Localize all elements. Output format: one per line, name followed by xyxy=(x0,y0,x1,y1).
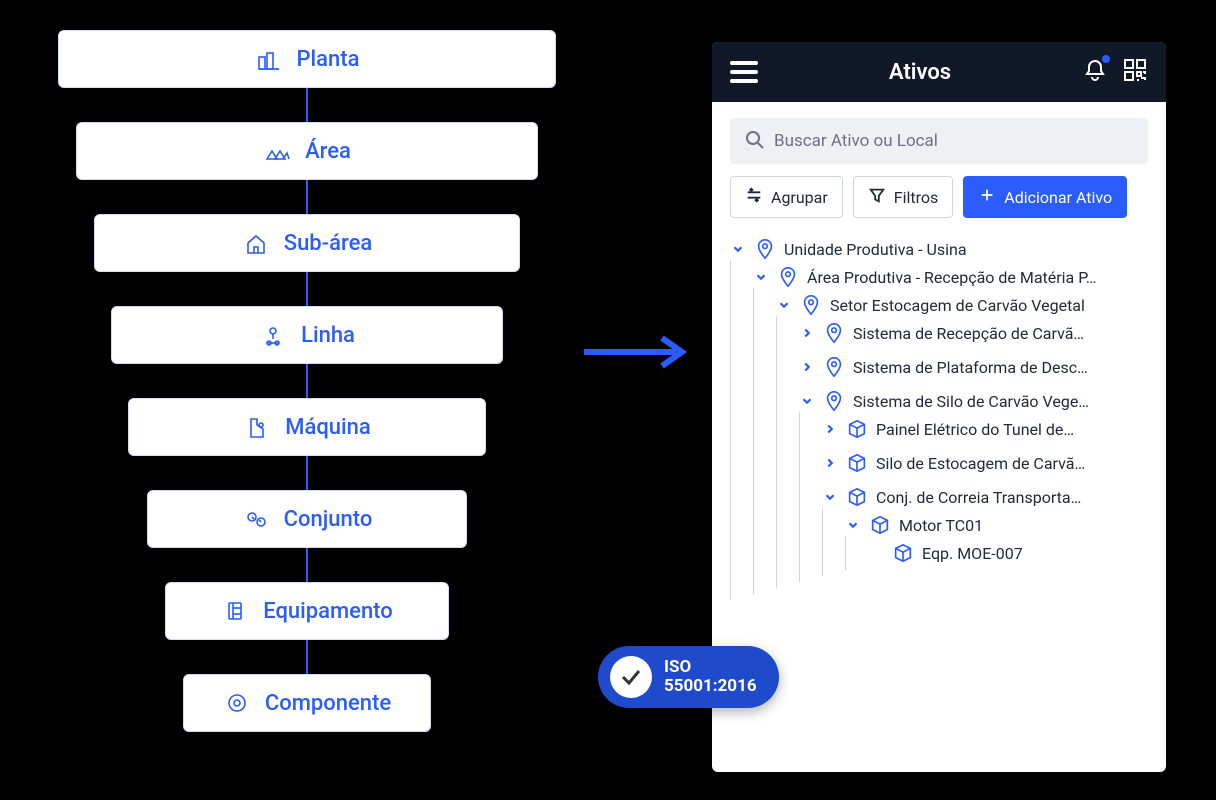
hierarchy-label: Área xyxy=(305,139,351,164)
connector-line xyxy=(306,272,308,306)
line-icon xyxy=(259,321,287,349)
hierarchy-level: Equipamento xyxy=(165,582,449,640)
location-pin-icon xyxy=(754,238,776,260)
hierarchy-level: Linha xyxy=(111,306,503,364)
search-input[interactable]: Buscar Ativo ou Local xyxy=(730,118,1148,164)
asset-tree: Unidade Produtiva - Usina Área Produtiva… xyxy=(712,232,1166,624)
check-icon xyxy=(610,656,652,698)
cube-icon xyxy=(846,486,868,508)
hierarchy-label: Máquina xyxy=(285,415,371,440)
menu-icon[interactable] xyxy=(730,61,758,83)
location-pin-icon xyxy=(823,356,845,378)
group-button[interactable]: Agrupar xyxy=(730,176,843,218)
tree-node[interactable]: Sistema de Plataforma de Desc… xyxy=(799,356,1148,378)
cube-icon xyxy=(892,542,914,564)
tree-node[interactable]: Motor TC01 xyxy=(845,514,1148,536)
connector-line xyxy=(306,548,308,582)
tree-node[interactable]: Área Produtiva - Recepção de Matéria P… xyxy=(753,266,1148,288)
location-pin-icon xyxy=(823,322,845,344)
group-icon xyxy=(745,186,763,208)
chevron-right-icon[interactable] xyxy=(822,421,838,437)
chevron-down-icon[interactable] xyxy=(822,489,838,505)
tree-node[interactable]: Conj. de Correia Transporta… xyxy=(822,486,1148,508)
notification-bell-icon[interactable] xyxy=(1082,57,1108,87)
chevron-down-icon[interactable] xyxy=(799,393,815,409)
tree-node[interactable]: Unidade Produtiva - Usina xyxy=(730,238,1148,260)
equipment-icon xyxy=(221,597,249,625)
cube-icon xyxy=(846,452,868,474)
hierarchy-label: Componente xyxy=(265,691,391,716)
connector-line xyxy=(306,364,308,398)
connector-line xyxy=(306,640,308,674)
hierarchy-column: Planta Área Sub-área Linha Máquina Conjunto Eq… xyxy=(58,30,556,732)
cube-icon xyxy=(846,418,868,440)
hierarchy-level: Conjunto xyxy=(147,490,467,548)
chevron-down-icon[interactable] xyxy=(845,517,861,533)
hierarchy-level: Sub-área xyxy=(94,214,520,272)
factory-icon xyxy=(255,45,283,73)
app-mock: Ativos Buscar Ativo ou Local Agrupar Fil… xyxy=(712,42,1166,772)
hierarchy-label: Equipamento xyxy=(263,599,393,624)
plus-icon xyxy=(978,186,996,208)
location-pin-icon xyxy=(823,390,845,412)
tree-node[interactable]: Eqp. MOE-007 xyxy=(868,542,1148,564)
hierarchy-label: Linha xyxy=(301,323,355,348)
tree-node[interactable]: Sistema de Recepção de Carvã… xyxy=(799,322,1148,344)
chevron-right-icon[interactable] xyxy=(799,325,815,341)
cube-icon xyxy=(869,514,891,536)
search-placeholder: Buscar Ativo ou Local xyxy=(774,131,938,151)
tree-node[interactable]: Painel Elétrico do Tunel de… xyxy=(822,418,1148,440)
chevron-right-icon[interactable] xyxy=(799,359,815,375)
filter-button[interactable]: Filtros xyxy=(853,176,954,218)
hierarchy-label: Conjunto xyxy=(284,507,373,532)
area-icon xyxy=(263,137,291,165)
tree-node[interactable]: Setor Estocagem de Carvão Vegetal xyxy=(776,294,1148,316)
location-pin-icon xyxy=(777,266,799,288)
location-pin-icon xyxy=(800,294,822,316)
toolbar: Agrupar Filtros Adicionar Ativo xyxy=(712,176,1166,232)
filter-icon xyxy=(868,186,886,208)
tree-node[interactable]: Sistema de Silo de Carvão Vege… xyxy=(799,390,1148,412)
chevron-right-icon[interactable] xyxy=(822,455,838,471)
chevron-down-icon[interactable] xyxy=(730,241,746,257)
chevron-down-icon[interactable] xyxy=(776,297,792,313)
gears-icon xyxy=(242,505,270,533)
component-icon xyxy=(223,689,251,717)
connector-line xyxy=(306,180,308,214)
connector-line xyxy=(306,88,308,122)
connector-line xyxy=(306,456,308,490)
machine-icon xyxy=(243,413,271,441)
hierarchy-label: Sub-área xyxy=(284,231,372,256)
app-header: Ativos xyxy=(712,42,1166,102)
search-icon xyxy=(744,129,764,154)
hierarchy-level: Planta xyxy=(58,30,556,88)
add-asset-button[interactable]: Adicionar Ativo xyxy=(963,176,1127,218)
hierarchy-level: Máquina xyxy=(128,398,486,456)
hierarchy-level: Componente xyxy=(183,674,431,732)
house-icon xyxy=(242,229,270,257)
app-title: Ativos xyxy=(758,60,1082,85)
qr-icon[interactable] xyxy=(1122,57,1148,87)
tree-node[interactable]: Silo de Estocagem de Carvã… xyxy=(822,452,1148,474)
hierarchy-label: Planta xyxy=(297,47,360,72)
hierarchy-level: Área xyxy=(76,122,538,180)
arrow-right-icon xyxy=(580,332,690,372)
chevron-down-icon[interactable] xyxy=(753,269,769,285)
iso-badge: ISO 55001:2016 xyxy=(598,646,779,708)
